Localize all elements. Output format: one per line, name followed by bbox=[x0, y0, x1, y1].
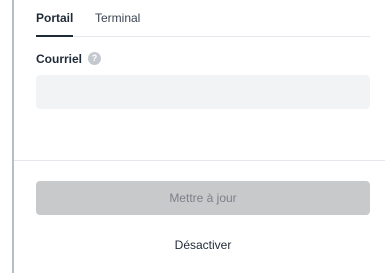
tab-bar: Portail Terminal bbox=[36, 10, 370, 37]
left-border bbox=[12, 0, 14, 273]
tab-terminal[interactable]: Terminal bbox=[95, 10, 140, 36]
email-field[interactable] bbox=[36, 75, 370, 109]
tab-portal[interactable]: Portail bbox=[36, 10, 74, 37]
deactivate-button[interactable]: Désactiver bbox=[36, 236, 370, 254]
email-label: Courriel bbox=[36, 52, 83, 66]
section-divider bbox=[14, 160, 385, 161]
question-circle-icon[interactable]: ? bbox=[88, 52, 101, 65]
update-button[interactable]: Mettre à jour bbox=[36, 181, 370, 215]
